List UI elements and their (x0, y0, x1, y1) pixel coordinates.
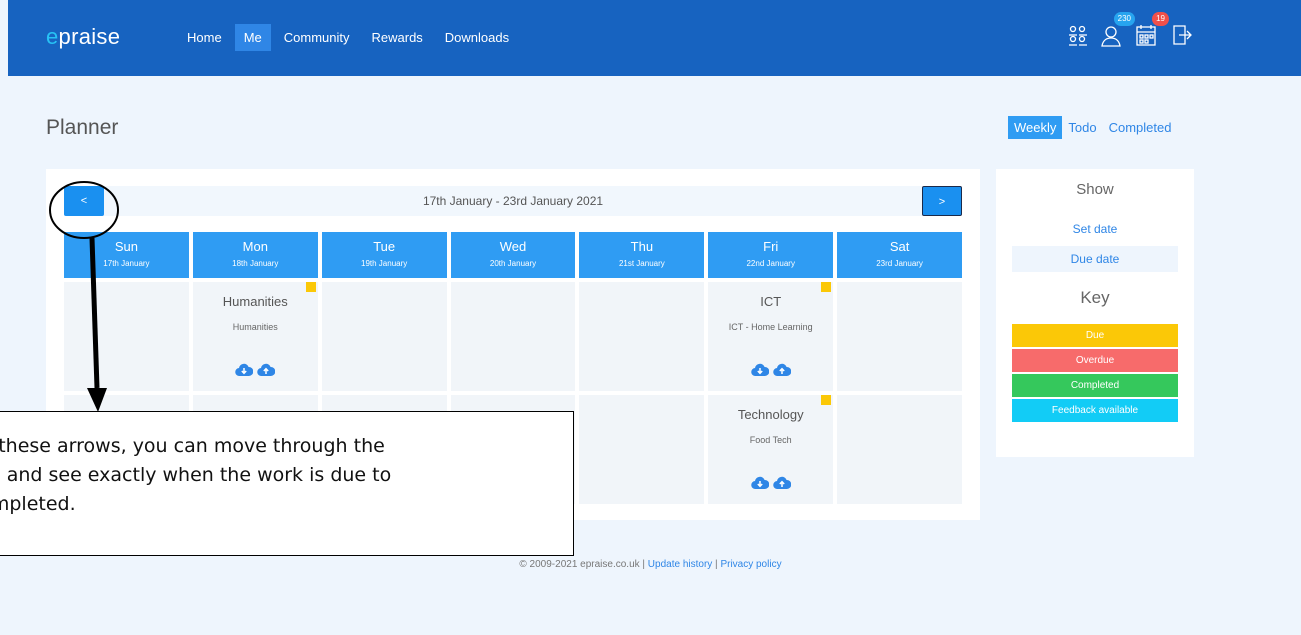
show-heading: Show (1076, 181, 1114, 198)
cloud-download-icon[interactable] (750, 363, 769, 377)
key-heading: Key (1080, 288, 1110, 307)
day-header: Mon 18th January (192, 232, 318, 278)
nav-rewards[interactable]: Rewards (363, 24, 432, 51)
day-cell-empty (321, 282, 447, 391)
epraise-logo[interactable]: epraise (46, 24, 120, 50)
logout-icon[interactable] (1167, 22, 1193, 48)
day-name: Mon (242, 239, 268, 254)
footer-separator: | (639, 559, 648, 570)
day-date: 18th January (232, 259, 279, 268)
key-completed: Completed (1012, 374, 1178, 397)
update-history-link[interactable]: Update history (648, 559, 712, 570)
annotation-line: Using these arrows, you can move through… (0, 435, 385, 457)
nav-home[interactable]: Home (178, 24, 231, 51)
task-detail: Humanities (232, 322, 278, 332)
header-icons: 230 19 (1057, 12, 1193, 48)
day-name: Tue (373, 239, 396, 254)
task-subject: Humanities (222, 294, 288, 309)
cloud-download-icon[interactable] (235, 363, 254, 377)
show-key-panel: Show Set date Due date Key Due Overdue C… (996, 169, 1194, 457)
profile-badge: 230 (1113, 12, 1135, 26)
key-overdue: Overdue (1012, 349, 1178, 372)
groups-icon[interactable] (1065, 22, 1091, 48)
nav-community[interactable]: Community (275, 24, 359, 51)
day-cell-empty (837, 282, 963, 391)
task-card-technology[interactable]: Technology Food Tech (708, 395, 834, 504)
top-navigation-bar: epraise Home Me Community Rewards Downlo… (8, 0, 1301, 76)
key-due: Due (1012, 324, 1178, 347)
day-header: Sat 23rd January (837, 232, 963, 278)
task-card-ict[interactable]: ICT ICT - Home Learning (708, 282, 834, 391)
tab-todo[interactable]: Todo (1062, 116, 1102, 139)
day-cell-empty (450, 282, 576, 391)
tab-weekly[interactable]: Weekly (1008, 116, 1063, 139)
due-date-option[interactable]: Due date (1012, 246, 1178, 272)
day-name: Thu (630, 239, 654, 254)
task-subject: Technology (737, 407, 804, 422)
annotation-line: month and see exactly when the work is d… (0, 464, 392, 486)
day-header: Thu 21st January (579, 232, 705, 278)
day-date: 19th January (361, 259, 408, 268)
copyright: © 2009-2021 epraise.co.uk (519, 559, 640, 570)
cloud-upload-icon[interactable] (257, 363, 276, 377)
planner-calendar-icon[interactable]: 19 (1133, 12, 1169, 48)
tab-completed[interactable]: Completed (1103, 116, 1178, 139)
set-date-option[interactable]: Set date (1012, 216, 1178, 242)
day-date: 17th January (103, 259, 150, 268)
day-date: 20th January (489, 259, 537, 268)
day-date: 23rd January (876, 259, 923, 268)
day-cell-empty (64, 282, 189, 391)
day-date: 21st January (618, 259, 665, 268)
day-header: Tue 19th January (321, 232, 447, 278)
annotation-text: Using these arrows, you can move through… (0, 432, 579, 519)
day-name: Fri (763, 239, 779, 254)
week-range-bar: < 17th January - 23rd January 2021 > (64, 186, 962, 216)
day-column-sat: Sat 23rd January (837, 232, 963, 504)
day-name: Sun (114, 239, 138, 254)
cloud-download-icon[interactable] (750, 476, 769, 490)
day-header: Wed 20th January (450, 232, 576, 278)
day-cell-empty (579, 395, 705, 504)
day-column-fri: Fri 22nd January ICT ICT - Home Learning… (708, 232, 834, 504)
profile-icon[interactable]: 230 (1099, 12, 1135, 48)
task-actions (193, 363, 318, 377)
day-date: 22nd January (746, 259, 795, 268)
task-card-humanities[interactable]: Humanities Humanities (192, 282, 318, 391)
view-tabs: Weekly Todo Completed (1008, 116, 1177, 139)
day-header: Fri 22nd January (708, 232, 834, 278)
key-feedback-available: Feedback available (1012, 399, 1178, 422)
logo-rest: praise (58, 24, 121, 49)
week-range-label: 17th January - 23rd January 2021 (422, 194, 604, 208)
task-detail: Food Tech (749, 435, 792, 445)
next-week-button[interactable]: > (922, 186, 962, 216)
task-actions (708, 476, 833, 490)
nav-me[interactable]: Me (234, 24, 271, 51)
task-detail: ICT - Home Learning (728, 322, 813, 332)
nav-downloads[interactable]: Downloads (436, 24, 518, 51)
task-subject: ICT (760, 294, 782, 309)
due-status-marker (821, 395, 832, 405)
day-name: Wed (499, 239, 527, 254)
main-nav: Home Me Community Rewards Downloads (178, 24, 522, 51)
day-name: Sat (889, 239, 910, 254)
due-status-marker (821, 282, 832, 292)
day-header: Sun 17th January (64, 232, 189, 278)
day-column-thu: Thu 21st January (579, 232, 705, 504)
page-title: Planner (46, 116, 119, 139)
day-cell-empty (837, 395, 963, 504)
due-status-marker (305, 282, 316, 292)
annotation-callout: Using these arrows, you can move through… (0, 411, 574, 556)
task-actions (708, 363, 833, 377)
privacy-policy-link[interactable]: Privacy policy (720, 559, 781, 570)
cloud-upload-icon[interactable] (772, 476, 791, 490)
day-cell-empty (579, 282, 705, 391)
cloud-upload-icon[interactable] (772, 363, 791, 377)
annotation-line: be completed. (0, 493, 76, 515)
footer: © 2009-2021 epraise.co.uk | Update histo… (0, 559, 1301, 570)
logo-prefix: e (46, 24, 59, 49)
